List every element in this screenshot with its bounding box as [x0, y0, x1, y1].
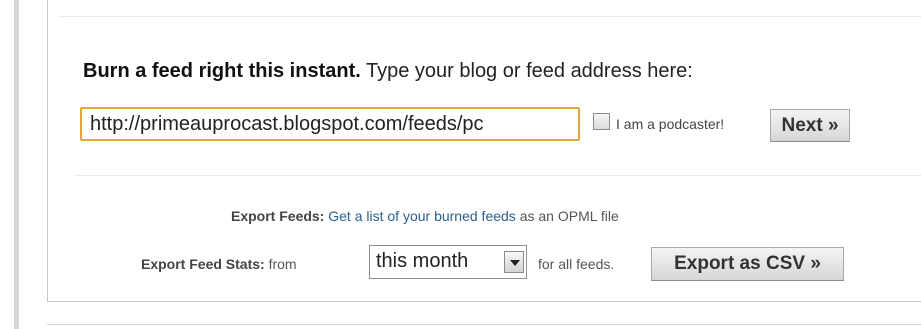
chevron-down-icon[interactable] [504, 251, 524, 273]
export-csv-button[interactable]: Export as CSV » [651, 247, 844, 281]
bottom-divider [47, 324, 921, 325]
section-divider [74, 175, 921, 176]
export-stats-suffix: for all feeds. [538, 256, 615, 272]
export-stats-from: from [264, 256, 297, 272]
podcaster-checkbox[interactable] [593, 113, 610, 130]
next-button[interactable]: Next » [770, 109, 850, 142]
export-stats-label: Export Feed Stats: [141, 256, 265, 272]
burn-feed-headline: Burn a feed right this instant. Type you… [83, 60, 693, 83]
period-select[interactable]: this month [369, 245, 527, 279]
headline-rest: Type your blog or feed address here: [360, 60, 693, 82]
period-select-value: this month [376, 250, 469, 272]
podcaster-label: I am a podcaster! [616, 116, 725, 132]
feed-address-input[interactable]: http://primeauprocast.blogspot.com/feeds… [80, 107, 580, 141]
export-feeds-suffix: as an OPML file [515, 208, 619, 224]
export-feeds-link[interactable]: Get a list of your burned feeds [328, 208, 516, 224]
export-feeds-label: Export Feeds: [231, 208, 325, 224]
headline-bold: Burn a feed right this instant. [83, 60, 361, 82]
export-stats-row: Export Feed Stats: from [141, 256, 297, 272]
export-feeds-row: Export Feeds: Get a list of your burned … [231, 208, 619, 224]
left-border-bar [14, 0, 19, 329]
